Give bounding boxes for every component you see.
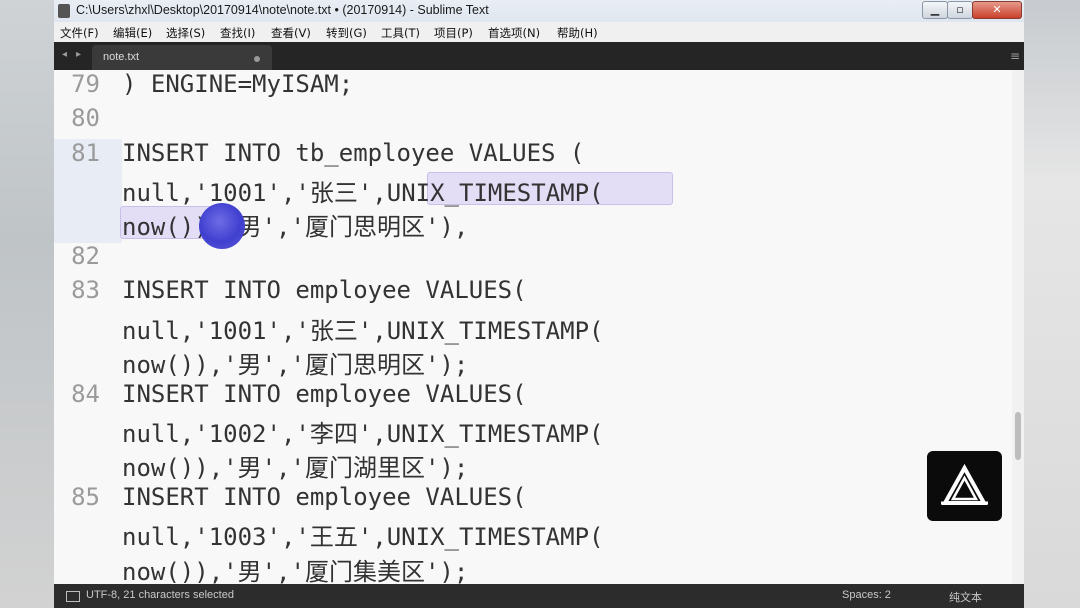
menu-tools[interactable]: 工具(T) (381, 25, 420, 41)
close-button[interactable]: ✕ (972, 1, 1022, 19)
selected-text: now()) (122, 213, 209, 241)
maximize-button[interactable]: ▫ (947, 1, 973, 19)
line-number: 83 (71, 276, 100, 304)
panel-toggle-icon[interactable] (66, 591, 80, 602)
code-segment: null,'1001','张三', (122, 179, 387, 207)
minimize-button[interactable]: ▁ (922, 1, 948, 19)
code-line: now()),'男','厦门湖里区'); (122, 454, 469, 482)
window-title: C:\Users\zhxl\Desktop\20170914\note\note… (76, 3, 489, 17)
code-line: INSERT INTO employee VALUES( (122, 483, 527, 511)
line-number: 82 (71, 242, 100, 270)
menu-goto[interactable]: 转到(G) (326, 25, 367, 41)
menu-view[interactable]: 查看(V) (271, 25, 311, 41)
line-number: 81 (71, 139, 100, 167)
tab-note-txt[interactable]: note.txt (92, 45, 272, 70)
code-line: null,'1001','张三',UNIX_TIMESTAMP( (122, 173, 604, 208)
line-number: 84 (71, 380, 100, 408)
code-line: null,'1001','张三',UNIX_TIMESTAMP( (122, 317, 604, 345)
selected-text: UNIX_TIMESTAMP( (386, 179, 604, 207)
code-line: INSERT INTO tb_employee VALUES ( (122, 139, 585, 167)
menu-file[interactable]: 文件(F) (60, 25, 99, 41)
menu-preferences[interactable]: 首选项(N) (488, 25, 540, 41)
code-line: now()),'男','厦门思明区'); (122, 351, 469, 379)
background-right (1024, 0, 1080, 608)
status-bar: UTF-8, 21 characters selected Spaces: 2 … (54, 584, 1024, 608)
code-line: null,'1002','李四',UNIX_TIMESTAMP( (122, 420, 604, 448)
code-line: ) ENGINE=MyISAM; (122, 70, 354, 98)
code-line: now()),'男','厦门集美区'); (122, 558, 469, 584)
tab-menu-icon[interactable]: ≡ (1010, 49, 1020, 63)
mouse-click-indicator (199, 203, 245, 249)
menu-help[interactable]: 帮助(H) (557, 25, 598, 41)
status-selection-info: UTF-8, 21 characters selected (86, 589, 234, 601)
line-number: 80 (71, 104, 100, 132)
tab-bar: ◂ ▸ note.txt ≡ (54, 42, 1024, 70)
scrollbar-thumb[interactable] (1015, 412, 1021, 460)
line-number: 85 (71, 483, 100, 511)
code-line: INSERT INTO employee VALUES( (122, 276, 527, 304)
status-indentation[interactable]: Spaces: 2 (842, 589, 891, 601)
menu-find[interactable]: 查找(I) (220, 25, 255, 41)
menu-selection[interactable]: 选择(S) (166, 25, 205, 41)
code-line: INSERT INTO employee VALUES( (122, 380, 527, 408)
menu-edit[interactable]: 编辑(E) (113, 25, 152, 41)
unsaved-dot-icon[interactable] (254, 56, 260, 62)
background-left (0, 0, 54, 608)
vertical-scrollbar[interactable] (1012, 70, 1024, 584)
menu-bar: 文件(F) 编辑(E) 选择(S) 查找(I) 查看(V) 转到(G) 工具(T… (54, 22, 1024, 43)
watermark-logo (927, 451, 1002, 521)
code-line: null,'1003','王五',UNIX_TIMESTAMP( (122, 523, 604, 551)
status-syntax[interactable]: 纯文本 (949, 589, 982, 605)
logo-a-icon (941, 463, 988, 505)
app-icon (58, 4, 70, 18)
tab-label: note.txt (103, 51, 140, 63)
code-segment: ,'男','厦门思明区'), (208, 213, 469, 241)
title-bar: C:\Users\zhxl\Desktop\20170914\note\note… (54, 0, 1024, 23)
code-line: now()),'男','厦门思明区'), (122, 207, 468, 242)
tab-scroll-right-icon[interactable]: ▸ (76, 49, 81, 60)
tab-scroll-left-icon[interactable]: ◂ (62, 49, 67, 60)
editor-area[interactable]: 79 80 81 82 83 84 85 ) ENGINE=MyISAM; IN… (54, 70, 1012, 584)
menu-project[interactable]: 项目(P) (434, 25, 473, 41)
line-number: 79 (71, 70, 100, 98)
